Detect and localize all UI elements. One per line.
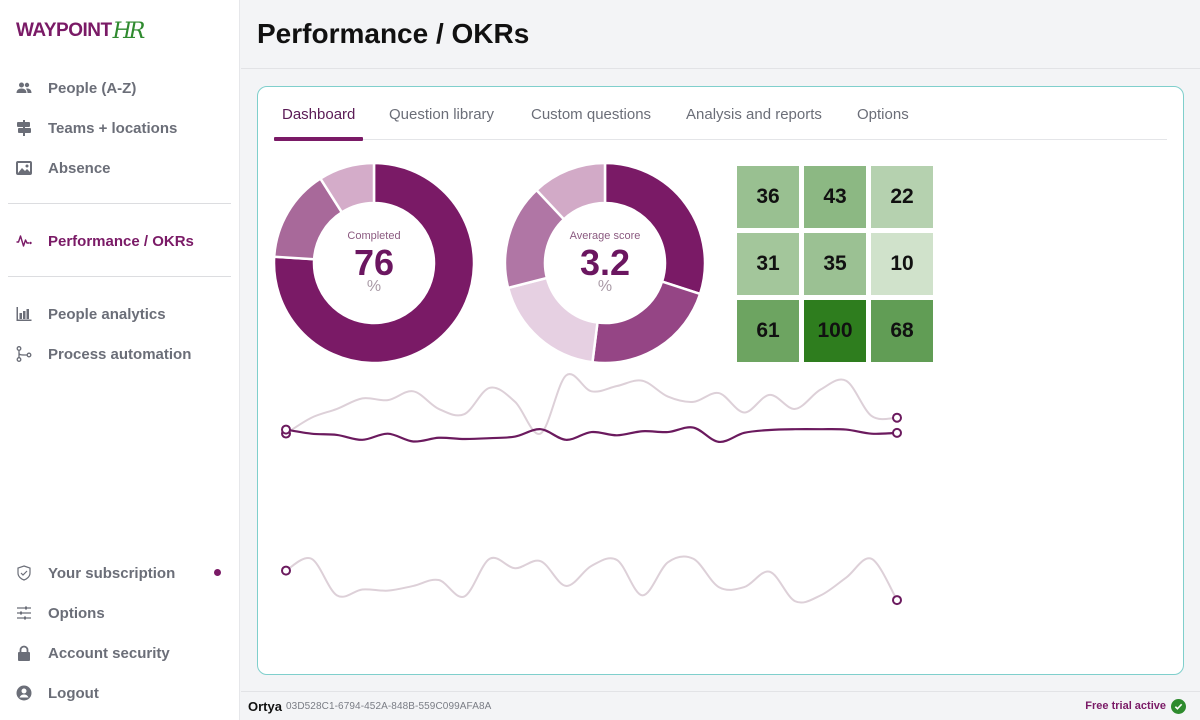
sidebar-item-label: People analytics — [48, 305, 166, 323]
sidebar-item-teams[interactable]: Teams + locations — [16, 114, 223, 142]
logo[interactable]: WAYPOINT HR — [16, 17, 146, 45]
sidebar-item-performance[interactable]: Performance / OKRs — [16, 227, 223, 255]
pulse-icon — [16, 233, 32, 249]
line-end-marker-series-1 — [892, 412, 902, 423]
user-circle-icon — [16, 685, 32, 701]
sidebar-item-account-security[interactable]: Account security — [16, 639, 223, 667]
line-end-marker-series-2 — [892, 427, 902, 438]
sidebar-item-label: Logout — [48, 684, 99, 702]
sidebar-item-absence[interactable]: Absence — [16, 154, 223, 182]
footer-username: Ortya — [248, 699, 282, 714]
page-title: Performance / OKRs — [257, 18, 530, 49]
line-start-marker-series-3 — [281, 565, 291, 576]
dashboard-card: Dashboard Question library Custom questi… — [257, 86, 1184, 675]
flow-icon — [16, 346, 32, 362]
sidebar-item-process-automation[interactable]: Process automation — [16, 340, 223, 368]
sidebar-item-label: Teams + locations — [48, 119, 178, 137]
sidebar-item-label: Your subscription — [48, 564, 176, 582]
line-chart — [281, 373, 902, 606]
sidebar-item-options[interactable]: Options — [16, 599, 223, 627]
footer: Ortya 03D528C1-6794-452A-848B-559C099AFA… — [241, 691, 1200, 720]
sidebar-item-people-analytics[interactable]: People analytics — [16, 300, 223, 328]
nav-divider — [8, 203, 231, 204]
line-start-marker-series-2 — [281, 424, 291, 435]
sidebar-item-subscription[interactable]: Your subscription — [16, 559, 223, 587]
page-header: Performance / OKRs — [241, 0, 1200, 69]
footer-account-id: 03D528C1-6794-452A-848B-559C099AFA8A — [286, 701, 492, 712]
check-circle-icon — [1171, 699, 1186, 714]
signpost-icon — [16, 120, 32, 136]
sidebar-item-label: Absence — [48, 159, 111, 177]
sidebar-item-people[interactable]: People (A-Z) — [16, 74, 223, 102]
people-icon — [16, 80, 32, 96]
notification-dot — [214, 569, 221, 576]
line-series-3 — [285, 555, 898, 604]
image-icon — [16, 160, 32, 176]
sidebar: WAYPOINT HR People (A-Z) Teams + locatio… — [0, 0, 240, 720]
line-series-2 — [285, 426, 898, 443]
trial-status[interactable]: Free trial active — [1085, 700, 1166, 712]
sidebar-item-label: Options — [48, 604, 105, 622]
sidebar-item-label: Account security — [48, 644, 170, 662]
bar-chart-icon — [16, 306, 32, 322]
line-series-1 — [285, 373, 898, 435]
line-end-marker-series-3 — [892, 595, 902, 606]
sliders-icon — [16, 605, 32, 621]
nav-divider — [8, 276, 231, 277]
sidebar-item-label: People (A-Z) — [48, 79, 137, 97]
shield-check-icon — [16, 565, 32, 581]
sidebar-item-logout[interactable]: Logout — [16, 679, 223, 707]
lock-icon — [16, 645, 32, 661]
logo-text: WAYPOINT — [16, 20, 112, 41]
logo-hr-text: HR — [112, 18, 146, 44]
sidebar-item-label: Performance / OKRs — [48, 232, 194, 250]
sidebar-item-label: Process automation — [48, 345, 192, 363]
